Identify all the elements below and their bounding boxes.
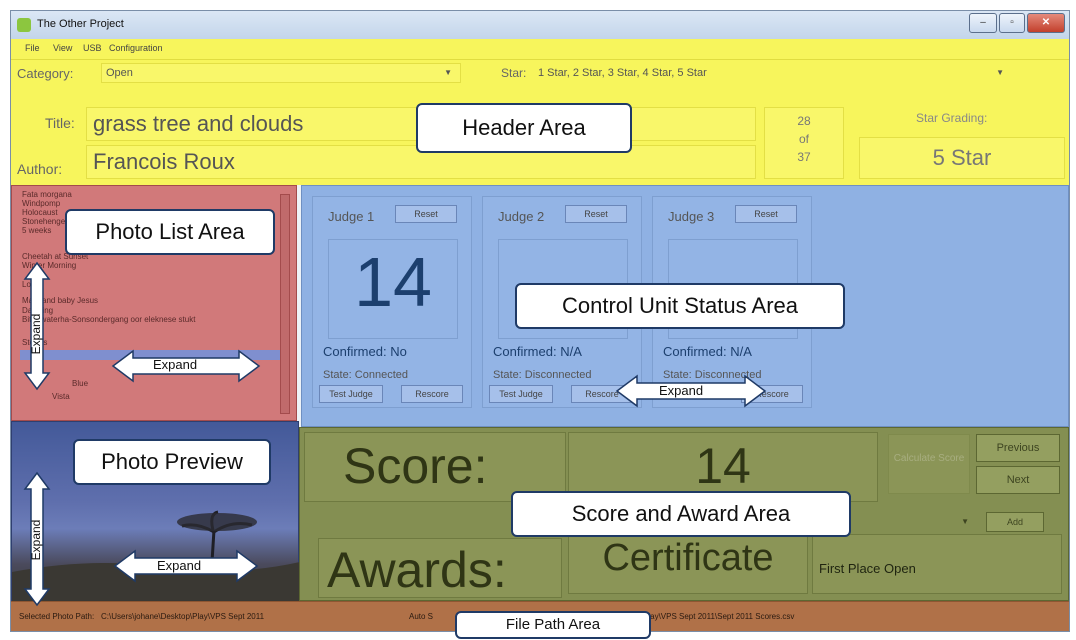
ground-shape <box>12 562 300 602</box>
test-judge-button[interactable]: Test Judge <box>319 385 383 403</box>
tree-canopy <box>177 513 257 531</box>
list-item[interactable]: Mary and baby Jesus <box>22 296 98 305</box>
list-item[interactable]: Blue <box>72 379 88 388</box>
photo-preview-callout: Photo Preview <box>73 439 271 485</box>
award-value: Certificate <box>602 537 774 579</box>
star-grading-label: Star Grading: <box>916 111 988 125</box>
star-grading-value: 5 Star <box>859 137 1065 179</box>
header-area-callout: Header Area <box>416 103 632 153</box>
list-item[interactable]: 5 weeks <box>22 226 51 235</box>
expand-label-vertical: Expand <box>29 313 43 355</box>
app-icon <box>17 18 31 32</box>
chevron-down-icon: ▼ <box>961 517 969 526</box>
judge-state: State: Disconnected <box>493 369 592 381</box>
list-item[interactable]: Lotus <box>22 280 42 289</box>
list-item[interactable]: Windpomp <box>22 199 60 208</box>
judge-state: State: Connected <box>323 369 409 381</box>
category-label: Category: <box>17 66 74 81</box>
author-label: Author: <box>17 161 63 177</box>
selected-path-label: Selected Photo Path: <box>19 612 95 621</box>
menu-file[interactable]: File <box>25 43 40 53</box>
list-item[interactable]: Winter Morning <box>22 261 76 270</box>
list-item[interactable]: Vista <box>52 392 70 401</box>
window-title: The Other Project <box>37 18 124 30</box>
selected-list-item[interactable] <box>20 350 282 360</box>
award-select[interactable]: ▼ <box>866 512 976 532</box>
menu-bar: File View USB Configuration <box>11 39 1069 59</box>
judge-name: Judge 2 <box>498 209 545 224</box>
reset-button[interactable]: Reset <box>565 205 627 223</box>
awards-label-cell: Awards: <box>318 538 562 598</box>
minimize-button[interactable]: – <box>969 13 997 33</box>
judge-panel-1: Judge 1 Reset 14 Confirmed: No State: Co… <box>312 196 472 408</box>
judge-confirmed: Confirmed: No <box>323 344 407 359</box>
list-item[interactable]: Holocaust <box>22 208 58 217</box>
reset-button[interactable]: Reset <box>735 205 797 223</box>
judge-state: State: Disconnected <box>663 369 762 381</box>
reset-button[interactable]: Reset <box>395 205 457 223</box>
menu-configuration[interactable]: Configuration <box>109 43 163 53</box>
selected-path-value: C:\Users\johane\Desktop\Play\VPS Sept 20… <box>101 612 265 621</box>
judge-score: 14 <box>354 243 432 321</box>
rescore-button[interactable]: Rescore <box>741 385 803 403</box>
chevron-down-icon: ▼ <box>996 68 1004 77</box>
score-award-callout: Score and Award Area <box>511 491 851 537</box>
judge-name: Judge 1 <box>328 209 375 224</box>
expand-label-vertical: Expand <box>29 519 43 561</box>
menu-usb[interactable]: USB <box>83 43 102 53</box>
close-button[interactable]: ✕ <box>1027 13 1065 33</box>
score-value: 14 <box>695 438 751 494</box>
star-select[interactable]: 1 Star, 2 Star, 3 Star, 4 Star, 5 Star ▼ <box>533 63 1013 83</box>
previous-button[interactable]: Previous <box>976 434 1060 462</box>
title-bar: The Other Project – ▫ ✕ <box>11 11 1069 39</box>
judge-name: Judge 3 <box>668 209 715 224</box>
star-value: 1 Star, 2 Star, 3 Star, 4 Star, 5 Star <box>538 67 707 79</box>
list-item[interactable]: Bitterwaterha-Sonsondergang oor eleknese… <box>22 315 195 324</box>
file-path-callout: File Path Area <box>455 611 651 639</box>
score-label: Score: <box>343 438 488 494</box>
rescore-button[interactable]: Rescore <box>571 385 633 403</box>
awards-label: Awards: <box>327 542 507 598</box>
test-judge-button[interactable]: Test Judge <box>489 385 553 403</box>
list-item[interactable]: Stonehenge <box>22 217 65 226</box>
chevron-down-icon: ▼ <box>444 68 452 77</box>
category-select[interactable]: Open ▼ <box>101 63 461 83</box>
scores-path-value: Play\VPS Sept 2011\Sept 2011 Scores.csv <box>643 612 795 621</box>
category-value: Open <box>106 67 133 79</box>
judge-confirmed: Confirmed: N/A <box>663 344 752 359</box>
menu-view[interactable]: View <box>53 43 72 53</box>
control-unit-callout: Control Unit Status Area <box>515 283 845 329</box>
expand-label: Expand <box>659 383 704 398</box>
category-bar: Category: Open ▼ Star: 1 Star, 2 Star, 3… <box>11 59 1069 85</box>
photo-of: of <box>798 132 809 146</box>
maximize-button[interactable]: ▫ <box>999 13 1025 33</box>
judge-score-box: 14 <box>328 239 458 339</box>
expand-label: Expand <box>153 357 198 372</box>
auto-save-label: Auto S <box>409 612 434 621</box>
photo-counter: 28 of 37 <box>764 107 844 179</box>
photo-position: 28 <box>797 114 811 128</box>
app-window: The Other Project – ▫ ✕ File View USB Co… <box>10 10 1070 639</box>
award-text-cell: First Place Open <box>812 534 1062 594</box>
next-button[interactable]: Next <box>976 466 1060 494</box>
photo-list-callout: Photo List Area <box>65 209 275 255</box>
award-text: First Place Open <box>819 561 916 576</box>
rescore-button[interactable]: Rescore <box>401 385 463 403</box>
expand-label: Expand <box>157 558 202 573</box>
star-label: Star: <box>501 66 527 80</box>
add-award-button[interactable]: Add <box>986 512 1044 532</box>
calculate-score-button[interactable]: Calculate Score <box>888 434 970 494</box>
list-scrollbar[interactable] <box>280 194 290 414</box>
title-label: Title: <box>45 115 75 131</box>
list-item[interactable]: Fata morgana <box>22 190 72 199</box>
photo-total: 37 <box>797 150 811 164</box>
award-value-cell: Certificate <box>568 534 808 594</box>
judge-confirmed: Confirmed: N/A <box>493 344 582 359</box>
